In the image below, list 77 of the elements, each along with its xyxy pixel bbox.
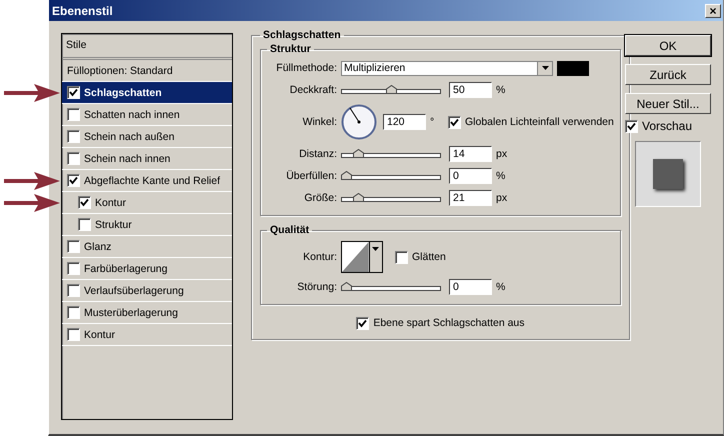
field-label: Größe: bbox=[303, 192, 337, 204]
group-title: Struktur bbox=[269, 43, 312, 55]
group-title: Qualität bbox=[269, 224, 310, 236]
checkbox[interactable] bbox=[395, 250, 408, 264]
field-label: Kontur: bbox=[302, 251, 337, 263]
style-item[interactable]: Kontur bbox=[62, 324, 232, 346]
field-label: Füllmethode: bbox=[275, 62, 337, 74]
checkbox[interactable] bbox=[78, 196, 91, 209]
slider-thumb[interactable] bbox=[386, 85, 396, 94]
slider[interactable] bbox=[341, 282, 441, 292]
style-item[interactable]: Schatten nach innen bbox=[62, 104, 232, 126]
style-item[interactable]: Abgeflachte Kante und Relief bbox=[62, 170, 232, 192]
style-item[interactable]: Schein nach innen bbox=[62, 148, 232, 170]
checkbox-label: Glätten bbox=[412, 251, 446, 263]
dialog-button[interactable]: Neuer Stil... bbox=[625, 93, 711, 114]
contour-picker[interactable] bbox=[341, 241, 383, 273]
style-item[interactable]: Kontur bbox=[62, 192, 232, 214]
checkbox-label: Globalen Lichteinfall verwenden bbox=[465, 116, 614, 128]
unit-label: px bbox=[496, 192, 508, 204]
slider[interactable] bbox=[341, 149, 441, 159]
caret-icon bbox=[537, 62, 552, 74]
input-field[interactable]: 21 bbox=[449, 190, 492, 206]
checkbox[interactable] bbox=[67, 152, 80, 165]
slider[interactable] bbox=[341, 171, 441, 181]
list-header: Stile bbox=[62, 34, 232, 60]
style-item[interactable]: Verlaufsüberlagerung bbox=[62, 280, 232, 302]
color-swatch[interactable] bbox=[557, 60, 589, 76]
dialog-button[interactable]: OK bbox=[625, 35, 711, 56]
input-field[interactable]: 0 bbox=[449, 168, 492, 184]
unit-label: % bbox=[496, 281, 506, 293]
checkbox[interactable] bbox=[67, 240, 80, 253]
slider[interactable] bbox=[341, 85, 441, 95]
field-label: Distanz: bbox=[298, 148, 337, 160]
group-title: Schlagschatten bbox=[262, 29, 342, 41]
checkbox[interactable] bbox=[448, 116, 461, 128]
style-item[interactable]: Schein nach außen bbox=[62, 126, 232, 148]
checkbox-label: Ebene spart Schlagschatten aus bbox=[373, 317, 525, 329]
input-field[interactable]: 50 bbox=[449, 82, 492, 98]
slider-thumb[interactable] bbox=[341, 282, 352, 291]
style-item[interactable]: Glanz bbox=[62, 236, 232, 258]
input-field[interactable]: 120 bbox=[383, 114, 426, 130]
slider-thumb[interactable] bbox=[341, 171, 352, 180]
slider-thumb[interactable] bbox=[353, 149, 364, 158]
close-button[interactable]: × bbox=[705, 4, 721, 18]
dialog-button[interactable]: Zurück bbox=[625, 64, 711, 85]
slider-thumb[interactable] bbox=[353, 193, 364, 202]
input-field[interactable]: 14 bbox=[449, 146, 492, 162]
checkbox[interactable] bbox=[67, 108, 80, 121]
style-item[interactable]: Farbüberlagerung bbox=[62, 258, 232, 280]
preview-thumbnail bbox=[635, 141, 701, 207]
checkbox[interactable] bbox=[67, 174, 80, 187]
angle-dial[interactable] bbox=[341, 104, 377, 140]
unit-label: % bbox=[496, 170, 506, 182]
checkbox[interactable] bbox=[67, 262, 80, 275]
style-item[interactable]: Musterüberlagerung bbox=[62, 302, 232, 324]
unit-label: px bbox=[496, 148, 508, 160]
checkbox[interactable] bbox=[67, 306, 80, 319]
field-label: Störung: bbox=[296, 281, 337, 293]
checkbox-label: Vorschau bbox=[642, 119, 692, 133]
checkbox[interactable] bbox=[67, 86, 80, 99]
caret-icon bbox=[372, 247, 380, 251]
field-label: Deckkraft: bbox=[288, 84, 337, 96]
field-label: Winkel: bbox=[302, 116, 337, 128]
window-title: Ebenenstil bbox=[52, 4, 113, 18]
unit-label: ° bbox=[430, 116, 436, 128]
checkbox[interactable] bbox=[625, 120, 638, 132]
slider[interactable] bbox=[341, 193, 441, 203]
unit-label: % bbox=[496, 84, 506, 96]
checkbox[interactable] bbox=[67, 130, 80, 143]
checkbox[interactable] bbox=[356, 316, 370, 330]
input-field[interactable]: 0 bbox=[449, 279, 492, 295]
style-item[interactable]: Struktur bbox=[62, 214, 232, 236]
blend-mode-dropdown[interactable]: Multiplizieren bbox=[341, 60, 553, 76]
checkbox[interactable] bbox=[67, 328, 80, 341]
field-label: Überfüllen: bbox=[285, 170, 337, 182]
checkbox[interactable] bbox=[78, 218, 91, 231]
checkbox[interactable] bbox=[67, 284, 80, 297]
